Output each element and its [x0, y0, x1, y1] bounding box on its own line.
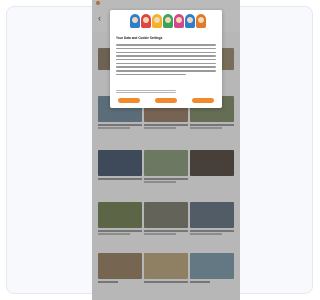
dialog-body-text	[116, 42, 216, 77]
mascot-figure	[130, 14, 140, 28]
mascot-figure	[152, 14, 162, 28]
mascot-figure	[174, 14, 184, 28]
mascot-banner	[110, 10, 222, 32]
settings-button[interactable]	[155, 98, 177, 103]
accept-button[interactable]	[192, 98, 214, 103]
mascot-figure	[163, 14, 173, 28]
reject-button[interactable]	[118, 98, 140, 103]
dialog-title: Your Data and Cookie Settings	[116, 36, 163, 40]
cookie-consent-dialog: Your Data and Cookie Settings	[110, 10, 222, 108]
dialog-footnote	[116, 89, 176, 93]
phone-screen: ‹ Your Data and Cookie Settings	[92, 0, 240, 300]
mascot-figure	[141, 14, 151, 28]
mascot-figure	[185, 14, 195, 28]
mascot-figure	[196, 14, 206, 28]
